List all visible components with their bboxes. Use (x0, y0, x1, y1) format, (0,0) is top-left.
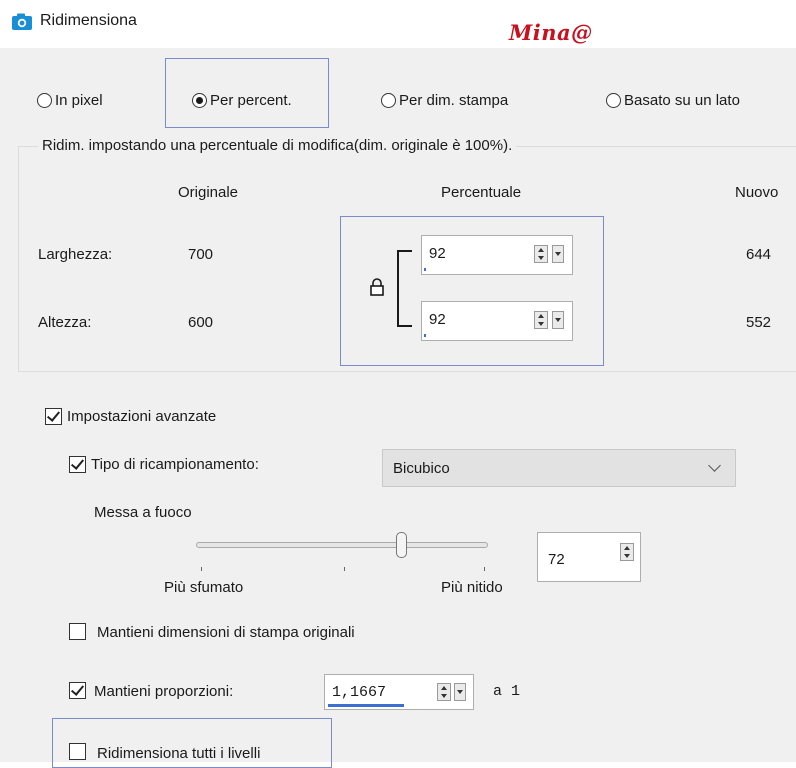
keep-ratio-checkbox[interactable] (69, 682, 86, 699)
height-percent-spinner[interactable]: 92 (421, 301, 573, 341)
resample-type-label[interactable]: Tipo di ricampionamento: (91, 456, 259, 473)
width-new-value: 644 (746, 246, 772, 263)
column-header-percent: Percentuale (441, 184, 522, 201)
radio-button[interactable] (606, 93, 621, 108)
ratio-spinner[interactable]: 1,1667 (324, 674, 474, 710)
width-label: Larghezza: (38, 246, 113, 263)
percent-group-legend: Ridim. impostando una percentuale di mod… (38, 137, 517, 154)
text-caret (424, 268, 426, 271)
link-bracket (397, 250, 412, 327)
watermark-signature: Mina@ (509, 20, 593, 45)
spin-up-down-icon[interactable] (534, 245, 548, 263)
ratio-focus-underline (328, 704, 404, 707)
dropdown-arrow-icon[interactable] (454, 683, 466, 701)
radio-button[interactable] (381, 93, 396, 108)
spin-up-down-icon[interactable] (534, 311, 548, 329)
radio-label: In pixel (55, 92, 103, 109)
advanced-settings-checkbox[interactable] (45, 408, 62, 425)
resize-all-layers-checkbox[interactable] (69, 743, 86, 760)
keep-print-size-label[interactable]: Mantieni dimensioni di stampa originali (97, 624, 355, 641)
height-original-value: 600 (188, 314, 214, 331)
width-original-value: 700 (188, 246, 214, 263)
lock-icon[interactable] (369, 277, 385, 297)
radio-per-dim-stampa[interactable]: Per dim. stampa (381, 92, 508, 109)
column-header-new: Nuovo (735, 184, 779, 201)
resample-type-dropdown[interactable]: Bicubico (382, 449, 736, 487)
sharpen-label: Messa a fuoco (94, 504, 192, 521)
resample-type-checkbox[interactable] (69, 456, 86, 473)
column-header-original: Originale (178, 184, 239, 201)
ratio-value[interactable]: 1,1667 (332, 684, 386, 701)
radio-label: Per dim. stampa (399, 92, 509, 109)
height-percent-value[interactable]: 92 (429, 311, 446, 328)
sharpen-slider-track[interactable] (196, 542, 488, 548)
height-new-value: 552 (746, 314, 772, 331)
dropdown-arrow-icon[interactable] (552, 245, 564, 263)
slider-tick (344, 567, 345, 571)
sharpen-slider-thumb[interactable] (396, 532, 407, 558)
sharpen-value-spinner[interactable]: 72 (537, 532, 641, 582)
width-percent-spinner[interactable]: 92 (421, 235, 573, 275)
slider-tick (201, 567, 202, 571)
radio-button[interactable] (192, 93, 207, 108)
dropdown-arrow-icon[interactable] (552, 311, 564, 329)
width-percent-value[interactable]: 92 (429, 245, 446, 262)
radio-in-pixel[interactable]: In pixel (37, 92, 103, 109)
radio-label: Basato su un lato (624, 92, 740, 109)
sharpen-max-label: Più nitido (441, 579, 503, 596)
window-title: Ridimensiona (40, 12, 137, 29)
advanced-settings-label[interactable]: Impostazioni avanzate (67, 408, 216, 425)
height-label: Altezza: (38, 314, 92, 331)
radio-button[interactable] (37, 93, 52, 108)
radio-basato-su-un-lato[interactable]: Basato su un lato (606, 92, 740, 109)
radio-label: Per percent. (210, 92, 292, 109)
title-bar: Ridimensiona Mina@ (0, 0, 796, 48)
sharpen-value[interactable]: 72 (548, 551, 565, 568)
keep-print-size-checkbox[interactable] (69, 623, 86, 640)
resample-type-value: Bicubico (393, 460, 450, 477)
keep-ratio-label[interactable]: Mantieni proporzioni: (94, 683, 233, 700)
spin-up-down-icon[interactable] (620, 543, 634, 561)
camera-icon (12, 13, 32, 30)
slider-tick (484, 567, 485, 571)
resize-all-layers-label[interactable]: Ridimensiona tutti i livelli (97, 745, 260, 762)
radio-per-percent[interactable]: Per percent. (192, 92, 292, 109)
ratio-suffix: a 1 (493, 683, 521, 700)
text-caret (424, 334, 426, 337)
chevron-down-icon (708, 459, 721, 472)
spin-up-down-icon[interactable] (437, 683, 451, 701)
sharpen-min-label: Più sfumato (164, 579, 244, 596)
